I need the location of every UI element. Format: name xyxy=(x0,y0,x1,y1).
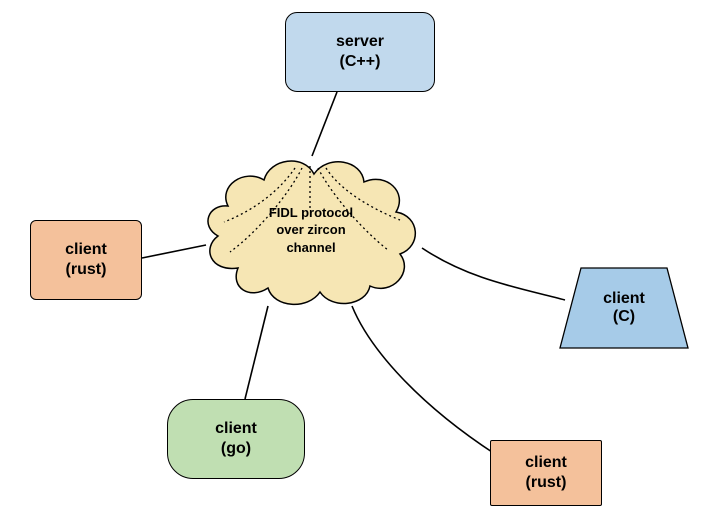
cloud-label: FIDL protocol over zircon channel xyxy=(200,150,422,310)
client-rust-right: client (rust) xyxy=(490,440,602,506)
diagram-stage: server (C++) client (rust) client (go) c… xyxy=(0,0,720,527)
client-rust-left-lang: (rust) xyxy=(66,260,107,280)
client-c: client (C) xyxy=(559,267,689,349)
client-go-lang: (go) xyxy=(221,439,251,459)
client-rust-right-lang: (rust) xyxy=(526,473,567,493)
cloud-line2: over zircon xyxy=(276,221,345,239)
server-node: server (C++) xyxy=(285,12,435,92)
client-c-lang: (C) xyxy=(613,308,635,326)
cloud-line1: FIDL protocol xyxy=(269,204,353,222)
server-title: server xyxy=(336,32,384,52)
client-go: client (go) xyxy=(167,399,305,479)
client-rust-left: client (rust) xyxy=(30,220,142,300)
client-rust-right-title: client xyxy=(525,453,567,473)
client-c-title: client xyxy=(603,290,645,308)
server-lang: (C++) xyxy=(340,52,381,72)
protocol-cloud: FIDL protocol over zircon channel xyxy=(200,150,422,310)
client-go-title: client xyxy=(215,419,257,439)
client-rust-left-title: client xyxy=(65,240,107,260)
cloud-line3: channel xyxy=(286,239,335,257)
client-c-label: client (C) xyxy=(559,267,689,349)
